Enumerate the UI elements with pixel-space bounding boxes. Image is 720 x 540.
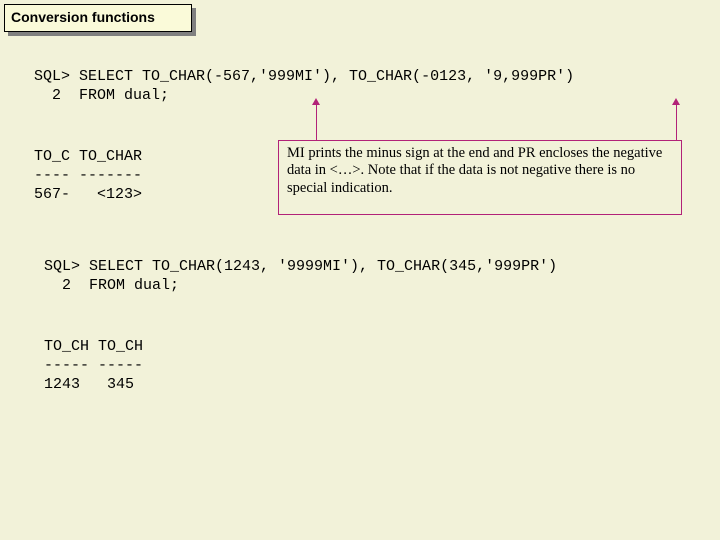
title-text: Conversion functions bbox=[11, 9, 155, 25]
note-text: MI prints the minus sign at the end and … bbox=[287, 145, 662, 196]
sql-result-1: TO_C TO_CHAR ---- ------- 567- <123> bbox=[34, 148, 142, 204]
sql1-line2: 2 FROM dual; bbox=[34, 87, 169, 104]
sql-query-2: SQL> SELECT TO_CHAR(1243, '9999MI'), TO_… bbox=[44, 258, 557, 296]
sql-result-2: TO_CH TO_CH ----- ----- 1243 345 bbox=[44, 338, 143, 394]
arrow-2-head bbox=[672, 98, 680, 105]
sql1-line1: SQL> SELECT TO_CHAR(-567,'999MI'), TO_CH… bbox=[34, 68, 574, 85]
sql2-line1: SQL> SELECT TO_CHAR(1243, '9999MI'), TO_… bbox=[44, 258, 557, 275]
sql2-line2: 2 FROM dual; bbox=[44, 277, 179, 294]
sql-query-1: SQL> SELECT TO_CHAR(-567,'999MI'), TO_CH… bbox=[34, 68, 574, 106]
arrow-1-head bbox=[312, 98, 320, 105]
explanation-note: MI prints the minus sign at the end and … bbox=[278, 140, 682, 215]
arrow-2-line bbox=[676, 105, 677, 141]
title-box: Conversion functions bbox=[4, 4, 192, 32]
arrow-1-line bbox=[316, 105, 317, 141]
